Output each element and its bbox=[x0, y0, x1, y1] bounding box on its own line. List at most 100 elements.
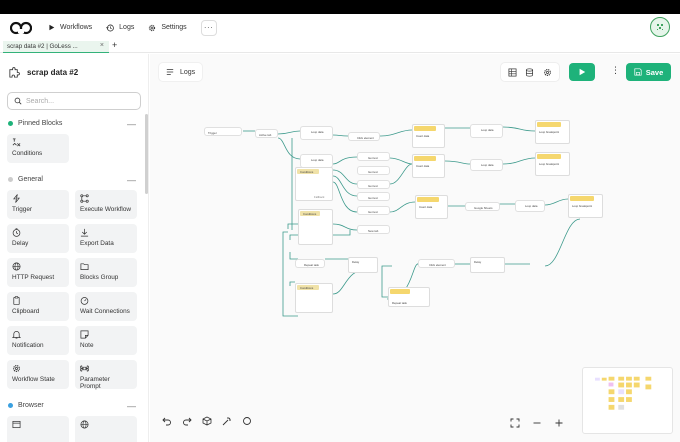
node-trigger[interactable]: Trigger bbox=[204, 127, 242, 136]
section-browser-label: Browser bbox=[18, 402, 44, 409]
node-loop-breakpoint-2[interactable]: Loop breakpoint bbox=[535, 152, 570, 176]
node-get-text-3[interactable]: Get text bbox=[357, 180, 390, 189]
node-loop-breakpoint-3[interactable]: Loop breakpoint bbox=[568, 194, 603, 218]
nav-settings-label: Settings bbox=[161, 24, 187, 31]
node-loop-breakpoint-1[interactable]: Loop breakpoint bbox=[535, 120, 570, 144]
sidebar-scrollbar[interactable] bbox=[145, 114, 148, 194]
node-conditions-label: Conditions bbox=[303, 211, 317, 216]
collapse-icon[interactable]: — bbox=[127, 175, 136, 185]
block-delay[interactable]: Delay bbox=[7, 224, 69, 253]
tab-bar: scrap data #2 | GoLess ... × + bbox=[0, 40, 680, 53]
node-active-tab[interactable]: Active tab bbox=[255, 129, 278, 138]
block-execute-workflow[interactable]: Execute Workflow bbox=[75, 190, 137, 219]
node-insert-data-2[interactable]: Insert data bbox=[412, 154, 445, 178]
block-note[interactable]: Note bbox=[75, 326, 137, 355]
collapse-icon[interactable]: — bbox=[127, 119, 136, 129]
section-browser[interactable]: Browser — bbox=[8, 401, 136, 411]
puzzle-icon[interactable] bbox=[8, 66, 21, 79]
block-clipboard[interactable]: Clipboard bbox=[7, 292, 69, 321]
node-loop-data-5[interactable]: Loop data bbox=[515, 200, 545, 212]
node-loop-data-4[interactable]: Loop data bbox=[470, 159, 503, 171]
node-insert-data-1[interactable]: Insert data bbox=[412, 124, 445, 148]
node-conditions-1[interactable]: Conditions Fallback bbox=[295, 167, 333, 201]
block-label: Execute Workflow bbox=[80, 206, 132, 213]
play-icon bbox=[49, 24, 55, 31]
magic-wand-icon[interactable] bbox=[222, 416, 232, 426]
search-input[interactable]: Search... bbox=[7, 92, 141, 110]
workflow-icon bbox=[80, 194, 89, 203]
search-placeholder: Search... bbox=[26, 97, 55, 105]
search-icon[interactable] bbox=[242, 416, 252, 426]
node-loop-breakpoint-label: Loop breakpoint bbox=[572, 204, 593, 208]
node-get-text-4[interactable]: Get text bbox=[357, 192, 390, 201]
block-blocks-group[interactable]: Blocks Group bbox=[75, 258, 137, 287]
node-get-text-label: Get text bbox=[368, 169, 378, 174]
node-insert-data-3[interactable]: Insert data bbox=[415, 195, 448, 219]
node-repeat-task-label: Repeat task bbox=[304, 262, 319, 267]
more-options-button[interactable]: ··· bbox=[200, 19, 217, 36]
app-logo-icon[interactable] bbox=[10, 21, 32, 35]
block-wait-connections[interactable]: Wait Connections bbox=[75, 292, 137, 321]
blocks-sidebar: scrap data #2 Search... Pinned Blocks — … bbox=[0, 54, 149, 442]
node-header bbox=[570, 196, 594, 201]
undo-icon[interactable] bbox=[162, 416, 172, 426]
nav-workflows[interactable]: Workflows bbox=[48, 24, 92, 31]
minimap[interactable] bbox=[582, 367, 673, 434]
bell-icon bbox=[12, 331, 21, 339]
block-workflow-state[interactable]: Workflow State bbox=[7, 360, 69, 389]
node-loop-data-3[interactable]: Loop data bbox=[300, 154, 333, 168]
node-repeat-task[interactable]: Repeat task bbox=[295, 259, 325, 268]
node-get-text-1[interactable]: Get text bbox=[357, 152, 390, 161]
node-click-2[interactable]: Click element bbox=[418, 259, 455, 268]
node-repeat-task-2[interactable]: Repeat task bbox=[388, 287, 430, 307]
nav-logs[interactable]: Logs bbox=[106, 24, 134, 32]
block-browser-globe[interactable] bbox=[75, 416, 137, 442]
zoom-in-icon[interactable] bbox=[554, 418, 564, 428]
block-export-data[interactable]: Export Data bbox=[75, 224, 137, 253]
node-delay-2[interactable]: Delay bbox=[470, 257, 505, 273]
nav-logs-label: Logs bbox=[119, 24, 135, 31]
block-label: HTTP Request bbox=[12, 274, 55, 281]
tab-workflow[interactable]: scrap data #2 | GoLess ... × bbox=[3, 41, 109, 53]
block-label: Notification bbox=[12, 342, 44, 349]
block-trigger[interactable]: Trigger bbox=[7, 190, 69, 219]
block-parameter-prompt[interactable]: Parameter Prompt bbox=[75, 360, 137, 390]
node-loop-data-2[interactable]: Loop data bbox=[470, 124, 503, 138]
user-avatar[interactable] bbox=[650, 17, 670, 37]
node-get-text-label: Get text bbox=[368, 155, 378, 160]
node-loop-data[interactable]: Loop data bbox=[300, 126, 333, 140]
block-browser-window[interactable] bbox=[7, 416, 69, 442]
block-conditions[interactable]: Conditions bbox=[7, 134, 69, 163]
globe-icon bbox=[12, 262, 21, 271]
new-tab-button[interactable]: + bbox=[112, 40, 117, 50]
conditions-icon bbox=[12, 138, 21, 147]
node-get-text-5[interactable]: Get text bbox=[357, 206, 390, 215]
node-delay-1[interactable]: Delay bbox=[348, 257, 378, 273]
section-pinned-blocks[interactable]: Pinned Blocks — bbox=[8, 119, 136, 129]
zoom-out-icon[interactable] bbox=[532, 418, 542, 428]
node-click[interactable]: Click element bbox=[348, 132, 380, 141]
command-icon bbox=[80, 365, 89, 372]
node-conditions-3[interactable]: Conditions bbox=[295, 283, 333, 313]
block-http-request[interactable]: HTTP Request bbox=[7, 258, 69, 287]
node-conditions-2[interactable]: Conditions bbox=[298, 209, 333, 245]
tab-close-icon[interactable]: × bbox=[100, 42, 104, 49]
block-label: Conditions bbox=[12, 150, 43, 157]
redo-icon[interactable] bbox=[182, 416, 192, 426]
history-icon bbox=[106, 24, 114, 31]
node-get-text-2[interactable]: Get text bbox=[357, 166, 390, 175]
nav-settings[interactable]: Settings bbox=[148, 24, 187, 32]
block-label: Note bbox=[80, 342, 94, 349]
collapse-icon[interactable]: — bbox=[127, 401, 136, 411]
workflow-canvas[interactable]: Logs ⋮ Save Trigger Active tab Loop data… bbox=[150, 54, 680, 442]
block-notification[interactable]: Notification bbox=[7, 326, 69, 355]
node-new-tab[interactable]: New tab bbox=[357, 225, 390, 234]
fullscreen-icon[interactable] bbox=[510, 418, 520, 428]
cube-icon[interactable] bbox=[202, 416, 212, 426]
history-tools bbox=[162, 416, 262, 426]
tab-title: scrap data #2 | GoLess ... bbox=[7, 43, 78, 50]
section-general[interactable]: General — bbox=[8, 175, 136, 185]
node-google-sheets[interactable]: Google Sheets bbox=[465, 202, 500, 211]
node-header bbox=[417, 197, 439, 202]
workflow-name[interactable]: scrap data #2 bbox=[27, 68, 78, 77]
